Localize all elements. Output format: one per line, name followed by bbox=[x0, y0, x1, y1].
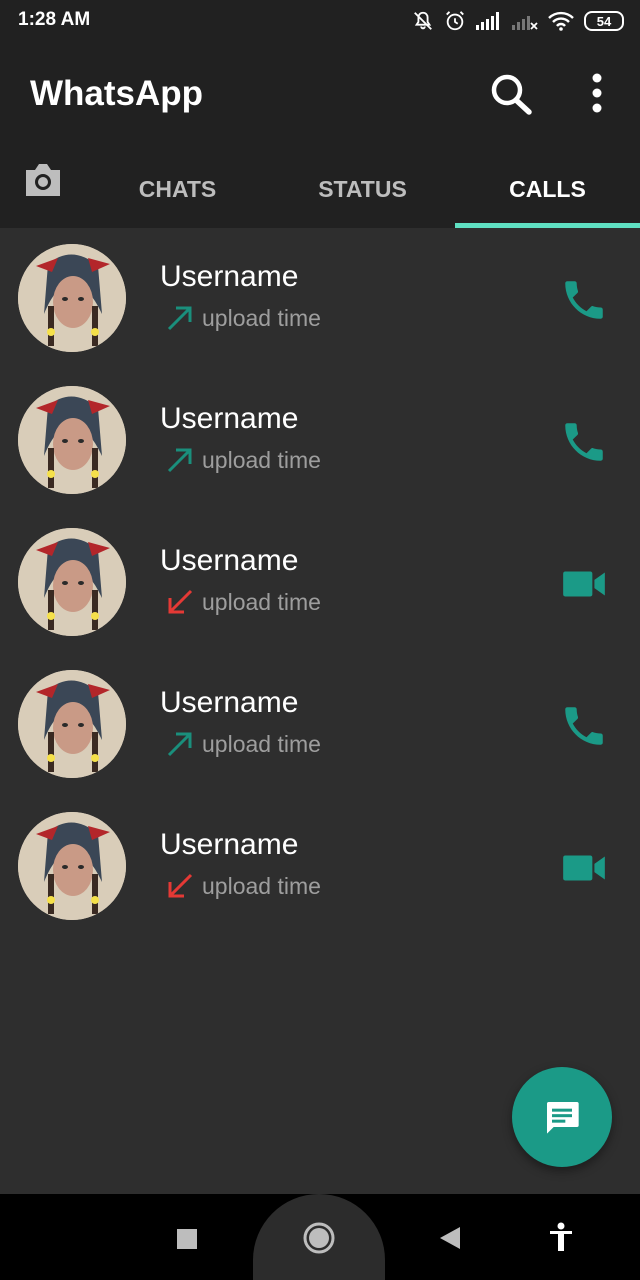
call-row[interactable]: Username upload time bbox=[0, 370, 640, 512]
camera-tab[interactable] bbox=[22, 160, 64, 200]
missed-call-arrow-icon bbox=[168, 873, 193, 898]
call-time: upload time bbox=[202, 872, 321, 899]
call-time: upload time bbox=[202, 446, 321, 473]
search-button[interactable] bbox=[486, 70, 538, 118]
tab-calls[interactable]: CALLS bbox=[455, 150, 640, 228]
call-meta: upload time bbox=[164, 872, 321, 900]
new-call-fab[interactable] bbox=[512, 1067, 612, 1167]
caller-name: Username bbox=[160, 260, 299, 293]
tab-chats[interactable]: CHATS bbox=[85, 150, 270, 228]
caller-name: Username bbox=[160, 544, 299, 577]
call-meta: upload time bbox=[164, 304, 321, 332]
call-row[interactable]: Username upload time bbox=[0, 654, 640, 796]
call-meta: upload time bbox=[164, 588, 321, 616]
avatar[interactable] bbox=[18, 812, 126, 920]
call-row[interactable]: Username upload time bbox=[0, 228, 640, 370]
phone-icon bbox=[565, 423, 603, 461]
avatar[interactable] bbox=[18, 244, 126, 352]
caller-name: Username bbox=[160, 686, 299, 719]
missed-call-arrow-icon bbox=[168, 589, 193, 614]
camera-icon bbox=[26, 164, 60, 196]
call-meta: upload time bbox=[164, 446, 321, 474]
back-triangle-icon[interactable] bbox=[439, 1226, 461, 1250]
battery-icon: 54 bbox=[584, 11, 624, 31]
call-time: upload time bbox=[202, 730, 321, 757]
caller-name: Username bbox=[160, 402, 299, 435]
caller-name: Username bbox=[160, 828, 299, 861]
voice-call-button[interactable] bbox=[556, 272, 612, 328]
phone-icon bbox=[565, 707, 603, 745]
recents-square-icon[interactable] bbox=[176, 1228, 198, 1250]
outgoing-call-arrow-icon bbox=[167, 448, 192, 473]
phone-icon bbox=[565, 281, 603, 319]
accessibility-icon[interactable] bbox=[548, 1222, 574, 1252]
system-nav-bar bbox=[0, 1194, 640, 1280]
call-time: upload time bbox=[202, 304, 321, 331]
message-icon bbox=[547, 1102, 579, 1134]
outgoing-call-arrow-icon bbox=[167, 306, 192, 331]
voice-call-button[interactable] bbox=[556, 698, 612, 754]
call-row[interactable]: Username upload time bbox=[0, 512, 640, 654]
more-options-icon bbox=[592, 73, 602, 113]
signal-icon bbox=[476, 12, 499, 30]
wifi-icon bbox=[548, 11, 574, 31]
video-camera-icon bbox=[563, 571, 605, 597]
outgoing-call-arrow-icon bbox=[167, 732, 192, 757]
video-call-button[interactable] bbox=[556, 556, 612, 612]
call-list: Username upload time Username upload tim… bbox=[0, 228, 640, 938]
avatar[interactable] bbox=[18, 386, 126, 494]
avatar[interactable] bbox=[18, 670, 126, 778]
more-options-button[interactable] bbox=[580, 70, 614, 118]
video-call-button[interactable] bbox=[556, 840, 612, 896]
app-title: WhatsApp bbox=[30, 74, 204, 113]
avatar[interactable] bbox=[18, 528, 126, 636]
call-row[interactable]: Username upload time bbox=[0, 796, 640, 938]
home-circle-icon[interactable] bbox=[302, 1221, 336, 1255]
mute-bell-icon bbox=[414, 11, 432, 30]
search-icon bbox=[491, 74, 532, 115]
status-icons: 54 bbox=[412, 8, 624, 34]
voice-call-button[interactable] bbox=[556, 414, 612, 470]
call-meta: upload time bbox=[164, 730, 321, 758]
status-time: 1:28 AM bbox=[18, 9, 91, 30]
call-time: upload time bbox=[202, 588, 321, 615]
signal-weak-icon bbox=[512, 16, 538, 30]
status-bar: 1:28 AM 54 bbox=[0, 0, 640, 42]
alarm-icon bbox=[446, 11, 464, 31]
video-camera-icon bbox=[563, 855, 605, 881]
app-bar: WhatsApp CHATS STATUS CALLS bbox=[0, 42, 640, 228]
tab-status[interactable]: STATUS bbox=[270, 150, 455, 228]
